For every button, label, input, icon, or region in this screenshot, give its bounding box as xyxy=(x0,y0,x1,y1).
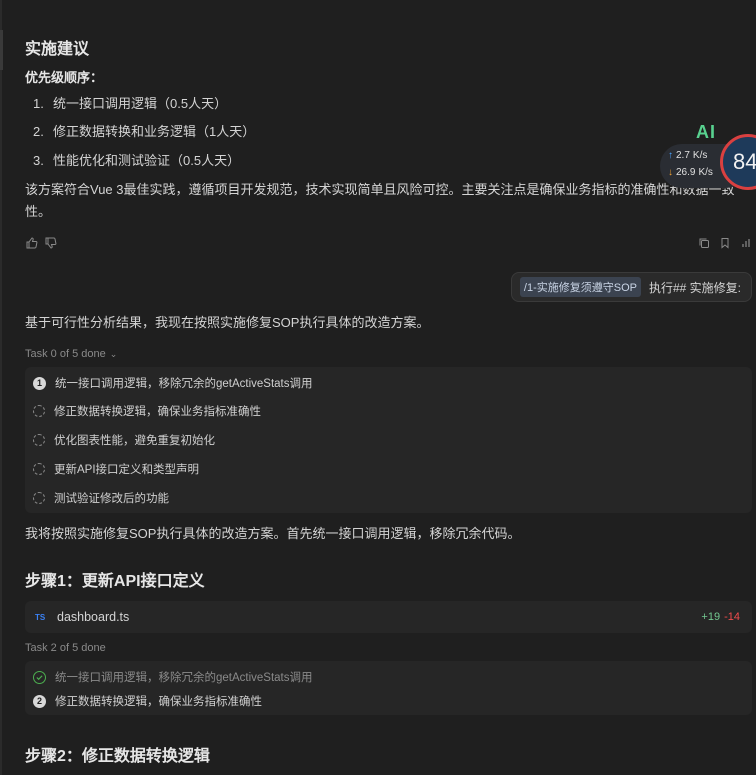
feedback-buttons xyxy=(25,236,57,249)
task-number-badge: 1 xyxy=(33,376,46,390)
user-message-text: 执行## 实施修复: xyxy=(648,280,741,295)
step2-heading: 步骤2：修正数据转换逻辑 xyxy=(25,748,210,765)
download-arrow-icon: ↓ xyxy=(668,167,673,178)
task-header[interactable]: Task 2 of 5 done xyxy=(25,642,106,654)
lines-added: +19 xyxy=(701,611,721,623)
thumbs-down-icon[interactable] xyxy=(44,236,57,249)
task-header[interactable]: Task 0 of 5 done ⌄ xyxy=(25,348,117,360)
download-unit: K/s xyxy=(698,167,713,178)
summary-paragraph: 该方案符合Vue 3最佳实践，遵循项目开发规范，技术实现简单且风险可控。主要关注… xyxy=(25,182,735,219)
message-actions xyxy=(697,236,752,249)
ai-badge: AI xyxy=(696,122,716,142)
file-change-card[interactable]: TS dashboard.ts +19 -14 xyxy=(25,601,752,633)
list-item: 1. 统一接口调用逻辑（0.5人天） xyxy=(33,96,228,111)
copy-icon[interactable] xyxy=(697,236,710,249)
left-editor-edge xyxy=(0,0,2,775)
assistant-intro: 基于可行性分析结果，我现在按照实施修复SOP执行具体的改造方案。 xyxy=(25,315,430,330)
stats-icon[interactable] xyxy=(739,236,752,249)
task-item[interactable]: 2 修正数据转换逻辑，确保业务指标准确性 xyxy=(33,693,262,709)
scroll-indicator[interactable] xyxy=(0,30,3,70)
network-monitor-widget[interactable]: AI ↑ 2.7 K/s ↓ 26.9 K/s 84 xyxy=(660,122,756,202)
check-circle-icon xyxy=(33,670,46,684)
step1-heading: 步骤1：更新API接口定义 xyxy=(25,573,205,590)
task-list: 1 统一接口调用逻辑，移除冗余的getActiveStats调用 修正数据转换逻… xyxy=(25,367,752,513)
thumbs-up-icon[interactable] xyxy=(25,236,38,249)
task-list: 统一接口调用逻辑，移除冗余的getActiveStats调用 2 修正数据转换逻… xyxy=(25,661,752,715)
upload-speed: 2.7 xyxy=(676,150,690,161)
task-item[interactable]: 测试验证修改后的功能 xyxy=(33,490,169,506)
diff-stats: +19 -14 xyxy=(701,611,740,623)
sop-chip[interactable]: /1-实施修复须遵守SOP xyxy=(519,277,641,297)
pending-circle-icon xyxy=(33,463,45,475)
user-message: /1-实施修复须遵守SOP 执行## 实施修复: xyxy=(510,272,752,302)
task-item[interactable]: 修正数据转换逻辑，确保业务指标准确性 xyxy=(33,403,261,419)
task-item[interactable]: 优化图表性能，避免重复初始化 xyxy=(33,432,215,448)
assistant-plan: 我将按照实施修复SOP执行具体的改造方案。首先统一接口调用逻辑，移除冗余代码。 xyxy=(25,526,521,541)
task-number-badge: 2 xyxy=(33,694,46,708)
list-item: 3. 性能优化和测试验证（0.5人天） xyxy=(33,153,241,168)
task-item[interactable]: 统一接口调用逻辑，移除冗余的getActiveStats调用 xyxy=(33,669,313,685)
upload-arrow-icon: ↑ xyxy=(668,150,673,161)
pending-circle-icon xyxy=(33,405,45,417)
section-title: 实施建议 xyxy=(25,41,90,58)
lines-removed: -14 xyxy=(724,611,740,623)
list-item: 2. 修正数据转换和业务逻辑（1人天） xyxy=(33,124,256,139)
pending-circle-icon xyxy=(33,434,45,446)
upload-unit: K/s xyxy=(692,150,708,161)
bookmark-icon[interactable] xyxy=(718,236,731,249)
download-speed: 26.9 xyxy=(676,167,696,178)
task-item[interactable]: 更新API接口定义和类型声明 xyxy=(33,461,199,477)
chevron-down-icon: ⌄ xyxy=(109,348,118,359)
typescript-file-icon: TS xyxy=(35,612,46,622)
task-item[interactable]: 1 统一接口调用逻辑，移除冗余的getActiveStats调用 xyxy=(33,375,313,391)
file-name: dashboard.ts xyxy=(57,610,130,624)
pending-circle-icon xyxy=(33,492,45,504)
priority-heading: 优先级顺序： xyxy=(25,70,104,85)
